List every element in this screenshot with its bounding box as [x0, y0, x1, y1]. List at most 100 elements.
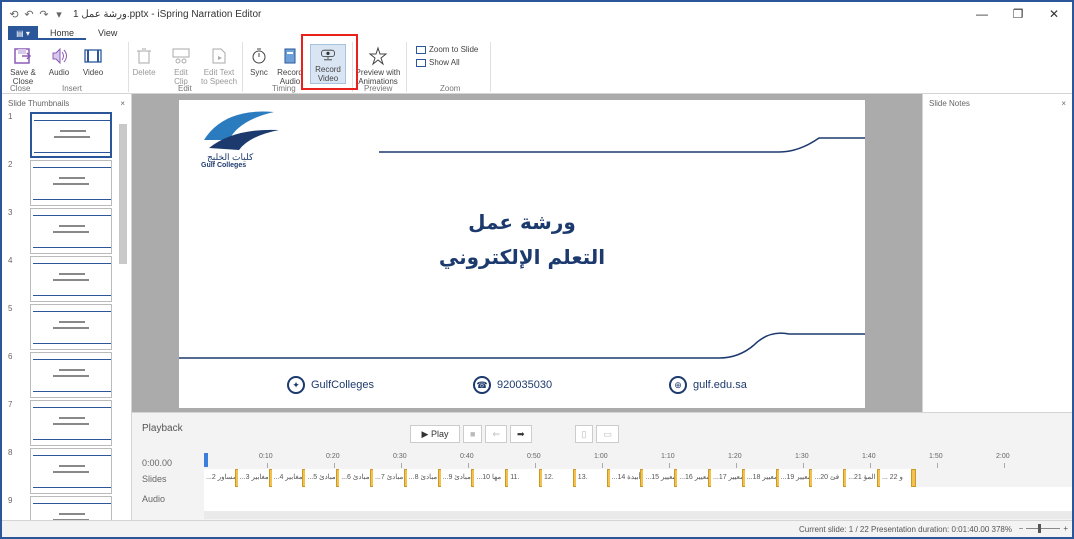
group-separator [242, 42, 243, 92]
narration-editor-window: ⟲ ↶ ↷ ▾ ورشة عمل 1.pptx - iSpring Narrat… [0, 0, 1074, 539]
slide-segment[interactable]: ...فئ 20 [812, 469, 847, 487]
audio-button[interactable]: Audio [44, 46, 74, 77]
slide-thumbnail[interactable]: 7 [6, 400, 126, 446]
sync-button[interactable]: Sync [246, 46, 272, 77]
ruler-tick-label: 1:00 [594, 453, 608, 460]
group-label-close: Close [10, 84, 31, 93]
group-label-insert: Insert [62, 84, 83, 93]
record-audio-button[interactable]: Record Audio [276, 46, 304, 86]
slide-segment[interactable]: ...مبادئ 6 [339, 469, 373, 487]
slide-thumbnail[interactable]: 8 [6, 448, 126, 494]
zoom-in-button[interactable]: + [1063, 524, 1068, 533]
ruler-tick [937, 463, 938, 468]
thumbnail-number: 7 [8, 400, 13, 409]
slide-segment[interactable]: ...معيير 17 [711, 469, 745, 487]
slide-title-line2: التعلم الإلكتروني [438, 245, 606, 269]
group-separator [490, 42, 491, 92]
slide-segment[interactable]: ...معيير 16 [677, 469, 711, 487]
quick-access-toolbar: ⟲ ↶ ↷ ▾ [2, 8, 65, 21]
undo-icon[interactable]: ↶ [23, 8, 35, 21]
slide-thumbnail[interactable]: 3 [6, 208, 126, 254]
speaker-icon [52, 47, 67, 65]
slide-segment[interactable]: ...المؤ 21 [846, 469, 880, 487]
next-icon[interactable]: ➡ [509, 425, 532, 443]
marker-icon[interactable]: ▯ [574, 425, 594, 443]
slide-thumbnail[interactable]: 2 [6, 160, 126, 206]
slide-segment[interactable]: ... و 22 [880, 469, 914, 487]
tab-view[interactable]: View [86, 26, 129, 40]
slide-segment[interactable]: 11. [508, 469, 542, 487]
slide-thumbnails-pane: Slide Thumbnails × 1 2 3 4 5 6 7 8 9 [2, 94, 132, 537]
close-notes-icon[interactable]: × [1061, 99, 1066, 108]
ruler-tick [401, 463, 402, 468]
close-window-button[interactable]: ✕ [1036, 2, 1072, 26]
slide-segment[interactable]: ...مبادئ 5 [305, 469, 340, 487]
zoom-thumb[interactable] [1038, 524, 1042, 533]
timeline-ruler[interactable]: 0:10 0:20 0:30 0:40 0:50 1:00 1:10 1:20 1:30 1:40… [204, 453, 1072, 469]
slide-segment[interactable]: ...مبادئ 8 [406, 469, 441, 487]
slide-transition-marker[interactable] [910, 469, 916, 487]
delete-button[interactable]: Delete [130, 46, 158, 77]
microphone-book-icon [284, 48, 296, 64]
slide-thumbnail[interactable]: 6 [6, 352, 126, 398]
close-thumbnails-icon[interactable]: × [120, 99, 125, 108]
minimize-button[interactable]: — [964, 2, 1000, 26]
slide-segment[interactable]: ...مغابير 3 [237, 469, 272, 487]
slide-segment[interactable]: ...مبادئ 7 [373, 469, 407, 487]
audio-label: Audio [48, 68, 70, 77]
ruler-tick [468, 463, 469, 468]
ruler-tick-label: 1:50 [929, 453, 943, 460]
group-label-edit: Edit [178, 84, 192, 93]
video-button[interactable]: Video [78, 46, 108, 77]
slide-thumbnail[interactable]: 4 [6, 256, 126, 302]
slide-thumbnail[interactable]: 5 [6, 304, 126, 350]
zoom-to-slide-button[interactable]: Zoom to Slide [416, 45, 478, 54]
restore-button[interactable]: ❐ [1000, 2, 1036, 26]
text-to-speech-icon [212, 48, 226, 64]
edit-clip-button[interactable]: Edit Clip [166, 46, 196, 86]
redo-icon[interactable]: ↷ [38, 8, 50, 21]
show-all-button[interactable]: Show All [416, 58, 460, 67]
slide-segment[interactable]: ...معيير 18 [744, 469, 779, 487]
zoom-slider[interactable]: − + [1019, 524, 1068, 533]
slides-track[interactable]: ...مساور 2 ...مغابير 3 ...مغابير 4 ...مبادئ… [204, 469, 1072, 487]
marker-end-icon[interactable]: ▭ [596, 425, 619, 443]
audio-track[interactable] [204, 487, 1072, 511]
annotation-highlight-box [301, 34, 358, 90]
slide-segment[interactable]: ...مغابير 4 [271, 469, 306, 487]
tab-home[interactable]: Home [38, 26, 87, 40]
playhead[interactable] [204, 453, 208, 467]
status-text: Current slide: 1 / 22 Presentation durat… [798, 525, 1012, 534]
preview-with-animations-button[interactable]: Preview with Animations [352, 46, 404, 86]
play-button[interactable]: ▶ Play [410, 425, 460, 443]
slide-segment[interactable]: ...معيير 19 [778, 469, 813, 487]
slide-segment[interactable]: ...معيير 15 [643, 469, 678, 487]
stop-icon[interactable]: ■ [463, 425, 483, 443]
ruler-tick-label: 2:00 [996, 453, 1010, 460]
slide-segment[interactable]: ...مساور 2 [204, 469, 238, 487]
customize-dropdown-icon[interactable]: ▾ [53, 8, 65, 21]
slide-segment[interactable]: 13. [575, 469, 610, 487]
zoom-track[interactable] [1026, 524, 1061, 533]
thumbnail-number: 8 [8, 448, 13, 457]
thumbnail-image [30, 352, 112, 398]
ruler-tick [1004, 463, 1005, 468]
slide-thumbnail[interactable]: 1 [6, 112, 126, 158]
slide-segment[interactable]: ...مبادئ 9 [440, 469, 475, 487]
thumbnails-scrollbar[interactable] [119, 124, 127, 264]
thumbnails-header: Slide Thumbnails × [2, 94, 131, 112]
ruler-tick-label: 1:20 [728, 453, 742, 460]
zoom-out-button[interactable]: − [1019, 524, 1024, 533]
edit-text-to-speech-button[interactable]: Edit Text to Speech [198, 46, 240, 86]
timeline-scrollbar[interactable] [204, 511, 1072, 519]
file-menu-button[interactable]: ▤ ▾ [8, 26, 38, 40]
thumbnail-image [30, 400, 112, 446]
previous-icon[interactable]: ⇐ [485, 425, 507, 443]
thumbnail-image [30, 160, 112, 206]
slide-segment[interactable]: 12. [542, 469, 576, 487]
slide-segment[interactable]: ...أبيدة 14 [609, 469, 644, 487]
window-controls: — ❐ ✕ [964, 2, 1072, 26]
save-close-button[interactable]: Save & Close [8, 46, 38, 86]
ruler-tick [535, 463, 536, 468]
slide-segment[interactable]: ...مها 10 [474, 469, 509, 487]
